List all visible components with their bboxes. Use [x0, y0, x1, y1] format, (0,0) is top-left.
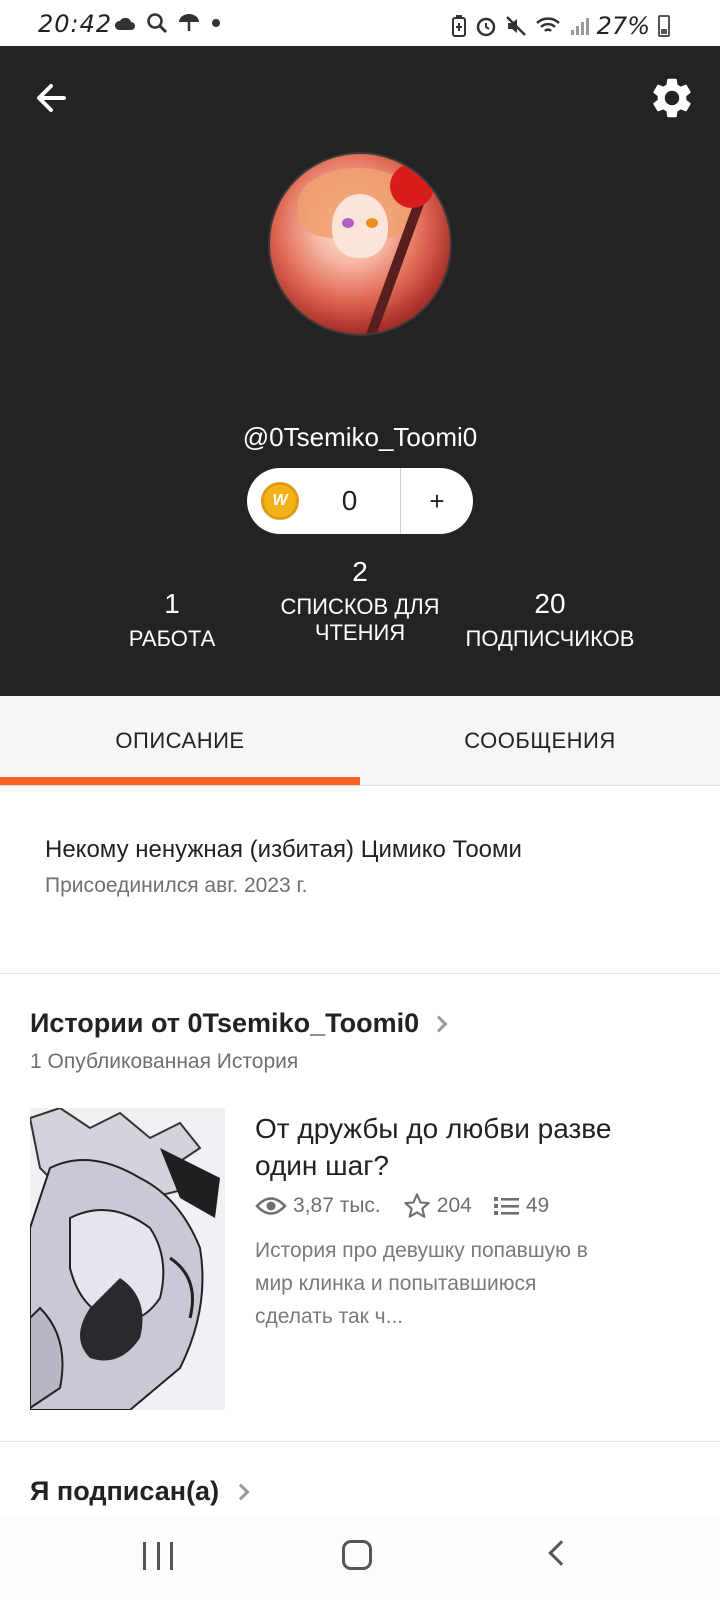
stat-followers[interactable]: 20 ПОДПИСЧИКОВ: [455, 588, 645, 652]
tab-messages[interactable]: СООБЩЕНИЯ: [360, 696, 720, 786]
stat-followers-label: ПОДПИСЧИКОВ: [465, 626, 635, 651]
story-cover-image: [30, 1108, 225, 1410]
story-description: История про девушку попавшую в мир клинк…: [255, 1239, 588, 1328]
wifi-icon: [535, 17, 560, 32]
about-section: Некому ненужная (избитая) Цимико Тооми П…: [45, 836, 685, 898]
coin-icon: W: [261, 482, 299, 520]
profile-stats: 1 РАБОТА 2 СПИСКОВ ДЛЯ ЧТЕНИЯ 20 ПОДПИСЧ…: [0, 556, 720, 666]
battery-saver-icon: [451, 15, 466, 37]
profile-header: @0Tsemiko_Toomi0 W 0 + 1 РАБОТА 2 СПИСКО…: [0, 46, 720, 696]
mute-icon: [505, 16, 526, 36]
search-icon: [147, 13, 168, 34]
settings-button[interactable]: [648, 74, 696, 122]
story-votes-count: 204: [436, 1194, 472, 1217]
stat-works-label: РАБОТА: [128, 626, 216, 651]
eye-icon: [255, 1197, 287, 1215]
story-reads-count: 3,87 тыс.: [293, 1194, 381, 1217]
story-parts: 49: [493, 1194, 550, 1218]
home-icon[interactable]: [342, 1540, 372, 1570]
list-icon: [493, 1197, 519, 1215]
stories-count: 1 Опубликованная История: [30, 1050, 299, 1073]
battery-text: 27%: [596, 12, 650, 40]
battery-icon: [658, 15, 670, 37]
avatar[interactable]: [268, 152, 452, 336]
status-left-icons: [114, 12, 222, 34]
status-time: 20:42: [38, 10, 113, 38]
divider: [0, 973, 720, 974]
stories-title: Истории от 0Tsemiko_Toomi0: [30, 1008, 420, 1038]
chevron-right-icon: [232, 1483, 250, 1500]
story-title[interactable]: От дружбы до любви разве один шаг?: [255, 1110, 675, 1184]
story-cover[interactable]: [30, 1108, 225, 1410]
following-title: Я подписан(а): [30, 1476, 220, 1506]
coins-pill: W 0 +: [247, 468, 473, 534]
status-right-icons: 27%: [451, 12, 670, 40]
profile-tabs: ОПИСАНИЕ СООБЩЕНИЯ: [0, 696, 720, 786]
cloud-icon: [114, 17, 135, 30]
username: @0Tsemiko_Toomi0: [242, 422, 478, 452]
signal-icon: [570, 18, 589, 35]
stat-reading-lists-value: 2: [352, 556, 368, 587]
recents-icon[interactable]: [143, 1542, 173, 1572]
stat-works-value: 1: [164, 588, 180, 619]
chevron-right-icon: [430, 1015, 448, 1032]
back-icon[interactable]: [548, 1540, 574, 1566]
gear-icon: [653, 78, 691, 118]
tab-about[interactable]: ОПИСАНИЕ: [0, 696, 360, 786]
alarm-icon: [476, 17, 495, 37]
stat-reading-lists[interactable]: 2 СПИСКОВ ДЛЯ ЧТЕНИЯ: [270, 556, 450, 646]
joined-date: Присоединился авг. 2023 г.: [45, 874, 308, 897]
active-tab-indicator: [0, 777, 360, 785]
system-nav-bar: [0, 1516, 720, 1600]
story-meta: 3,87 тыс. 204 49: [255, 1192, 571, 1220]
stories-header[interactable]: Истории от 0Tsemiko_Toomi0: [30, 1008, 448, 1039]
story-parts-count: 49: [525, 1194, 550, 1217]
arrow-left-icon: [37, 84, 66, 112]
stat-reading-lists-label: СПИСКОВ ДЛЯ ЧТЕНИЯ: [280, 594, 440, 645]
coin-count: 0: [341, 485, 358, 516]
add-coins-button[interactable]: +: [401, 486, 473, 517]
status-bar: 20:42 27%: [0, 0, 720, 46]
stat-followers-value: 20: [534, 588, 566, 619]
divider: [0, 1441, 720, 1442]
story-votes: 204: [403, 1192, 472, 1220]
profile-bio: Некому ненужная (избитая) Цимико Тооми: [45, 836, 522, 863]
following-header[interactable]: Я подписан(а): [30, 1476, 250, 1507]
dot-icon: [212, 19, 220, 27]
star-icon: [404, 1193, 430, 1218]
stat-works[interactable]: 1 РАБОТА: [110, 588, 234, 652]
back-button[interactable]: [30, 76, 74, 120]
story-reads: 3,87 тыс.: [255, 1194, 381, 1218]
umbrella-icon: [179, 14, 199, 31]
